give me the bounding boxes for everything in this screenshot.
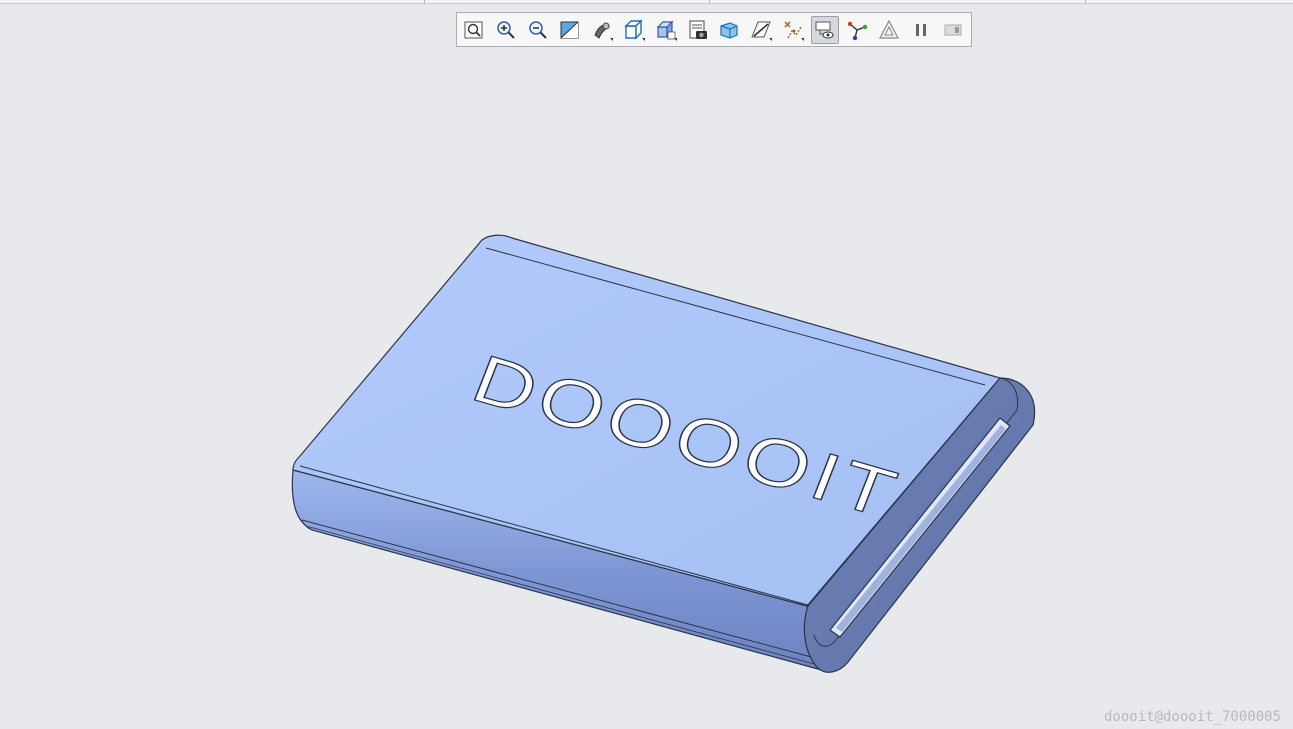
flyout-arrow-icon xyxy=(673,37,677,41)
next-step-button[interactable] xyxy=(939,16,967,44)
zoom-out-button[interactable] xyxy=(524,16,552,44)
annotation-display-button[interactable] xyxy=(811,15,840,44)
graphics-viewport[interactable]: DOOOOIT xyxy=(0,0,1293,729)
zoom-in-button[interactable] xyxy=(492,16,520,44)
pause-button[interactable] xyxy=(907,16,935,44)
perspective-view-button[interactable] xyxy=(716,16,744,44)
display-style-button[interactable] xyxy=(652,16,680,44)
repaint-icon xyxy=(560,21,579,38)
zoom-out-icon xyxy=(529,20,547,39)
view-manager-icon xyxy=(689,20,707,39)
saved-orientations-button[interactable] xyxy=(620,16,648,44)
spin-center-icon xyxy=(848,21,868,40)
usb-drive-model[interactable]: DOOOOIT xyxy=(291,234,1036,673)
perspective-view-icon xyxy=(720,21,739,39)
next-step-icon xyxy=(944,24,962,35)
appearance-icon xyxy=(879,19,900,39)
spin-center-button[interactable] xyxy=(843,16,871,44)
flyout-arrow-icon xyxy=(609,37,613,41)
view-toolbar xyxy=(456,12,972,47)
flyout-arrow-icon xyxy=(641,37,645,41)
pause-icon xyxy=(916,23,927,36)
repaint-button[interactable] xyxy=(556,16,584,44)
section-button[interactable] xyxy=(747,16,775,44)
refit-icon xyxy=(464,21,483,38)
flyout-arrow-icon xyxy=(769,37,773,41)
datum-display-button[interactable] xyxy=(779,16,807,44)
zoom-in-icon xyxy=(497,20,515,39)
watermark-text: doooit@doooit_7000005 xyxy=(1103,709,1281,725)
view-manager-button[interactable] xyxy=(684,16,712,44)
annotation-display-icon xyxy=(815,21,834,38)
flyout-arrow-icon xyxy=(801,37,805,41)
refit-button[interactable] xyxy=(460,16,488,44)
reorient-button[interactable] xyxy=(588,16,616,44)
appearance-button[interactable] xyxy=(875,16,903,44)
